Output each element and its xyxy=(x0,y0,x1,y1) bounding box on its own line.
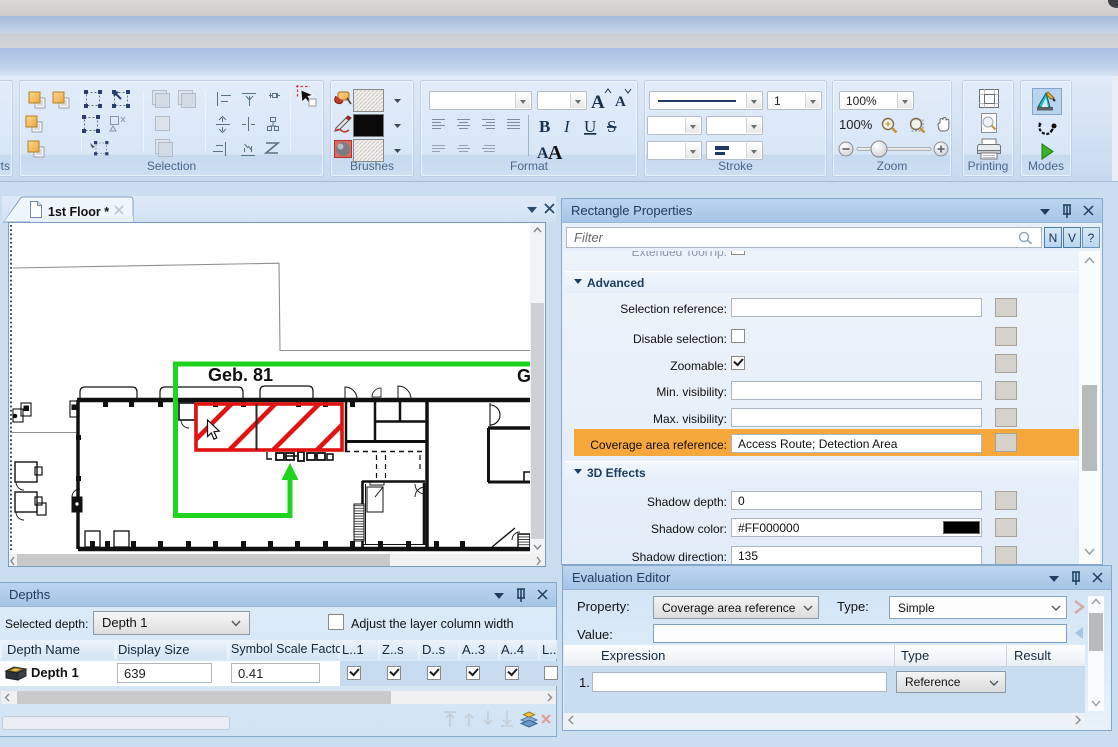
svg-text:A: A xyxy=(591,92,605,113)
svg-text:Geb. 81: Geb. 81 xyxy=(208,365,273,385)
svg-text:B: B xyxy=(539,117,550,136)
svg-text:A: A xyxy=(548,142,563,164)
svg-text:U: U xyxy=(584,117,596,136)
svg-text:S: S xyxy=(607,117,616,136)
svg-text:G: G xyxy=(517,366,530,386)
svg-text:1st Floor *: 1st Floor * xyxy=(48,205,109,219)
svg-text:A: A xyxy=(615,94,626,110)
svg-text:I: I xyxy=(563,117,571,136)
